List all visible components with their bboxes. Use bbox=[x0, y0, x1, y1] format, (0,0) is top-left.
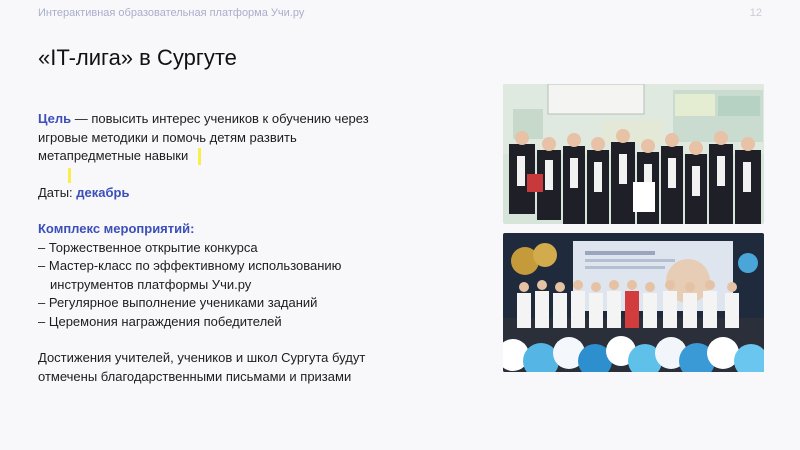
goal-section: Цель — повысить интерес учеников к обуче… bbox=[38, 110, 418, 166]
classroom-photo bbox=[503, 84, 764, 224]
closing-line-2: отмечены благодарственными письмами и пр… bbox=[38, 368, 352, 384]
goal-label: Цель bbox=[38, 111, 72, 126]
slide-body: Цель — повысить интерес учеников к обуче… bbox=[38, 110, 418, 404]
highlight-marker bbox=[68, 168, 71, 183]
event-item-continuation: инструментов платформы Учи.ру bbox=[50, 276, 252, 292]
ceremony-photo-image bbox=[503, 233, 764, 372]
highlight-marker bbox=[198, 148, 201, 165]
events-section: Комплекс мероприятий: – Торжественное от… bbox=[38, 220, 418, 331]
goal-text-2: игровые методики и помочь детям развить bbox=[38, 129, 297, 145]
closing-section: Достижения учителей, учеников и школ Сур… bbox=[38, 349, 418, 386]
event-item: – Торжественное открытие конкурса bbox=[38, 239, 258, 255]
page-number: 12 bbox=[749, 7, 762, 19]
events-heading: Комплекс мероприятий: bbox=[38, 221, 195, 236]
dates-section: Даты: декабрь bbox=[38, 184, 418, 203]
closing-line-1: Достижения учителей, учеников и школ Сур… bbox=[38, 350, 366, 365]
classroom-photo-image bbox=[503, 84, 764, 224]
platform-header: Интерактивная образовательная платформа … bbox=[38, 7, 305, 19]
goal-text-1: — повысить интерес учеников к обучению ч… bbox=[71, 111, 369, 126]
dates-line: Даты: декабрь bbox=[38, 184, 418, 203]
event-item: – Мастер-класс по эффективному использов… bbox=[38, 258, 342, 273]
dates-value: декабрь bbox=[76, 184, 130, 200]
dates-label: Даты: bbox=[38, 184, 77, 200]
slide-title: «IT-лига» в Сургуте bbox=[38, 45, 237, 70]
ceremony-photo bbox=[503, 233, 764, 372]
goal-text-3: метапредметные навыки bbox=[38, 148, 189, 163]
event-item: – Церемония награждения победителей bbox=[38, 313, 282, 329]
goal-line-1: Цель — повысить интерес учеников к обуче… bbox=[38, 110, 418, 129]
event-item: – Регулярное выполнение учениками задани… bbox=[38, 295, 318, 310]
